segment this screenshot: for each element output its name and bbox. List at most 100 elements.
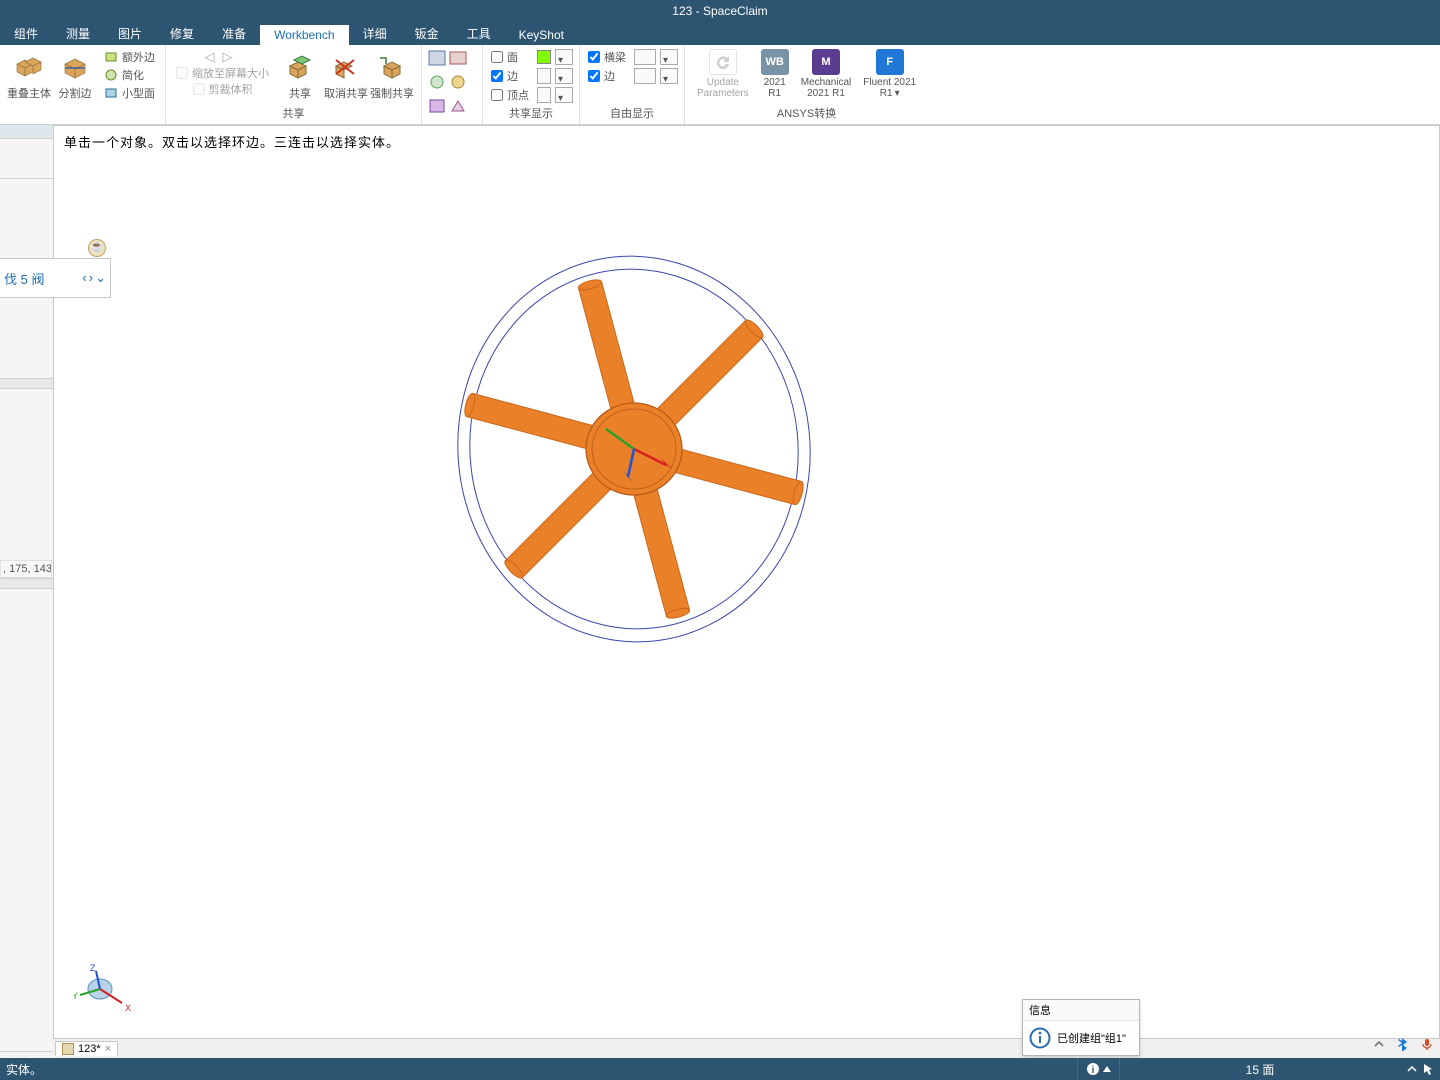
tab-measure[interactable]: 测量 <box>52 22 104 45</box>
force-share-label: 强制共享 <box>370 85 414 101</box>
svg-text:i: i <box>1092 1065 1095 1076</box>
misc-icon-6[interactable] <box>449 98 467 119</box>
misc-icon-4[interactable] <box>449 74 467 95</box>
panel-strip-2[interactable] <box>0 139 53 179</box>
panel-strip-5[interactable] <box>0 579 53 589</box>
cut-volume-check[interactable]: 剪裁体积 <box>191 81 255 97</box>
overlap-body-button[interactable]: 重叠主体 <box>6 47 52 101</box>
history-prev[interactable]: ◁ <box>205 49 223 64</box>
split-edge-label: 分割边 <box>59 85 92 101</box>
doc-tab-name: 123* <box>78 1043 101 1055</box>
free-edge-check[interactable]: 边 <box>586 68 628 84</box>
nav-expand[interactable]: ⌄ <box>95 270 106 286</box>
vertex-style-dd[interactable] <box>555 87 573 103</box>
history-next[interactable]: ▷ <box>223 49 241 64</box>
ribbon-group-share-display: 面 边 顶点 共享显示 <box>483 45 580 124</box>
ansys-label: ANSYS转换 <box>777 104 836 122</box>
ribbon-group-misc <box>422 45 483 124</box>
misc-icon-2[interactable] <box>449 50 467 71</box>
wb-2021-button[interactable]: WB 2021 R1 <box>755 47 795 99</box>
nav-next[interactable]: › <box>89 270 93 286</box>
tab-repair[interactable]: 修复 <box>156 22 208 45</box>
edge-style-1[interactable] <box>537 68 551 84</box>
free-edge-style[interactable] <box>634 68 656 84</box>
vertex-check[interactable]: 顶点 <box>489 87 531 103</box>
force-share-button[interactable]: 强制共享 <box>369 47 415 101</box>
simplify-label: 简化 <box>122 67 144 83</box>
vertex-style-1[interactable] <box>537 87 551 103</box>
system-tray <box>1372 1034 1434 1054</box>
info-icon <box>1029 1027 1051 1049</box>
mechanical-button[interactable]: M Mechanical 2021 R1 <box>795 47 858 99</box>
simplify-icon <box>104 68 118 82</box>
tab-keyshot[interactable]: KeyShot <box>505 25 578 45</box>
cursor-icon[interactable] <box>1422 1063 1434 1075</box>
panel-strip-4[interactable] <box>0 389 53 579</box>
nav-prev[interactable]: ‹ <box>82 270 86 286</box>
fluent-button[interactable]: F Fluent 2021 R1 <box>857 47 922 99</box>
tab-tools[interactable]: 工具 <box>453 22 505 45</box>
tab-sheetmetal[interactable]: 钣金 <box>401 22 453 45</box>
selection-count: 15 面 <box>1120 1061 1400 1078</box>
svg-text:X: X <box>125 1003 131 1013</box>
beam-check[interactable]: 横梁 <box>586 49 628 65</box>
face-color-dd[interactable] <box>555 49 573 65</box>
beam-style[interactable] <box>634 49 656 65</box>
chevron-up-icon <box>1103 1066 1111 1072</box>
doc-tab-strip: 123* × <box>53 1038 1440 1058</box>
orientation-triad[interactable]: X Y Z <box>74 961 134 1017</box>
extra-edge-icon <box>104 50 118 64</box>
ribbon-group-ansys: Update Parameters WB 2021 R1 M Mechanica… <box>685 45 928 124</box>
workarea: 单击一个对象。双击以选择环边。三连击以选择实体。 <box>0 125 1440 1052</box>
free-edge-style-dd[interactable] <box>660 68 678 84</box>
zoom-fit-check[interactable]: 缩放至屏幕大小 <box>174 65 271 81</box>
panel-strip-6[interactable] <box>0 589 53 1052</box>
title-bar: 123 - SpaceClaim <box>0 0 1440 22</box>
wb-icon: WB <box>761 49 789 75</box>
viewport[interactable]: 单击一个对象。双击以选择环边。三连击以选择实体。 <box>53 125 1440 1052</box>
split-edge-button[interactable]: 分割边 <box>52 47 98 101</box>
ribbon-group-free-display: 横梁 边 自由显示 <box>580 45 685 124</box>
face-check[interactable]: 面 <box>489 49 531 65</box>
ribbon-group-label-1 <box>81 108 84 122</box>
tab-prepare[interactable]: 准备 <box>208 22 260 45</box>
edge-style-dd[interactable] <box>555 68 573 84</box>
rgb-readout: , 175, 143 <box>0 560 52 578</box>
misc-icon-3[interactable] <box>428 74 446 95</box>
simplify-button[interactable]: 简化 <box>100 67 159 83</box>
share-label: 共享 <box>289 85 311 101</box>
svg-text:Y: Y <box>74 991 78 1001</box>
doc-tab-close[interactable]: × <box>105 1043 111 1055</box>
edge-check[interactable]: 边 <box>489 68 531 84</box>
unshare-button[interactable]: 取消共享 <box>323 47 369 101</box>
status-left: 实体。 <box>0 1061 1077 1078</box>
microphone-icon[interactable] <box>1420 1037 1434 1051</box>
tab-detail[interactable]: 详细 <box>349 22 401 45</box>
extra-edge-button[interactable]: 额外边 <box>100 49 159 65</box>
free-display-label: 自由显示 <box>610 104 654 122</box>
update-params-button[interactable]: Update Parameters <box>691 47 755 99</box>
app-title: 123 - SpaceClaim <box>672 4 767 18</box>
tab-workbench[interactable]: Workbench <box>260 25 348 45</box>
share-button[interactable]: 共享 <box>277 47 323 101</box>
small-face-label: 小型面 <box>122 85 155 101</box>
unshare-icon <box>328 49 364 85</box>
tab-picture[interactable]: 图片 <box>104 22 156 45</box>
menu-tabs: 组件 测量 图片 修复 准备 Workbench 详细 钣金 工具 KeySho… <box>0 22 1440 45</box>
chevron-up-tray-icon[interactable] <box>1372 1037 1386 1051</box>
bluetooth-icon[interactable] <box>1396 1037 1410 1051</box>
panel-strip-3[interactable] <box>0 379 53 389</box>
doc-tab[interactable]: 123* × <box>55 1041 118 1056</box>
misc-icon-5[interactable] <box>428 98 446 119</box>
misc-icon-1[interactable] <box>428 50 446 71</box>
panel-strip-1[interactable] <box>0 125 53 139</box>
status-info-button[interactable]: i <box>1077 1058 1120 1080</box>
beam-style-dd[interactable] <box>660 49 678 65</box>
expand-up-icon[interactable] <box>1406 1063 1418 1075</box>
info-message: 已创建组"组1" <box>1057 1030 1126 1046</box>
status-right-controls[interactable] <box>1400 1063 1440 1075</box>
doc-icon <box>62 1043 74 1055</box>
small-face-button[interactable]: 小型面 <box>100 85 159 101</box>
tab-components[interactable]: 组件 <box>0 22 52 45</box>
face-color-swatch[interactable] <box>537 50 551 64</box>
